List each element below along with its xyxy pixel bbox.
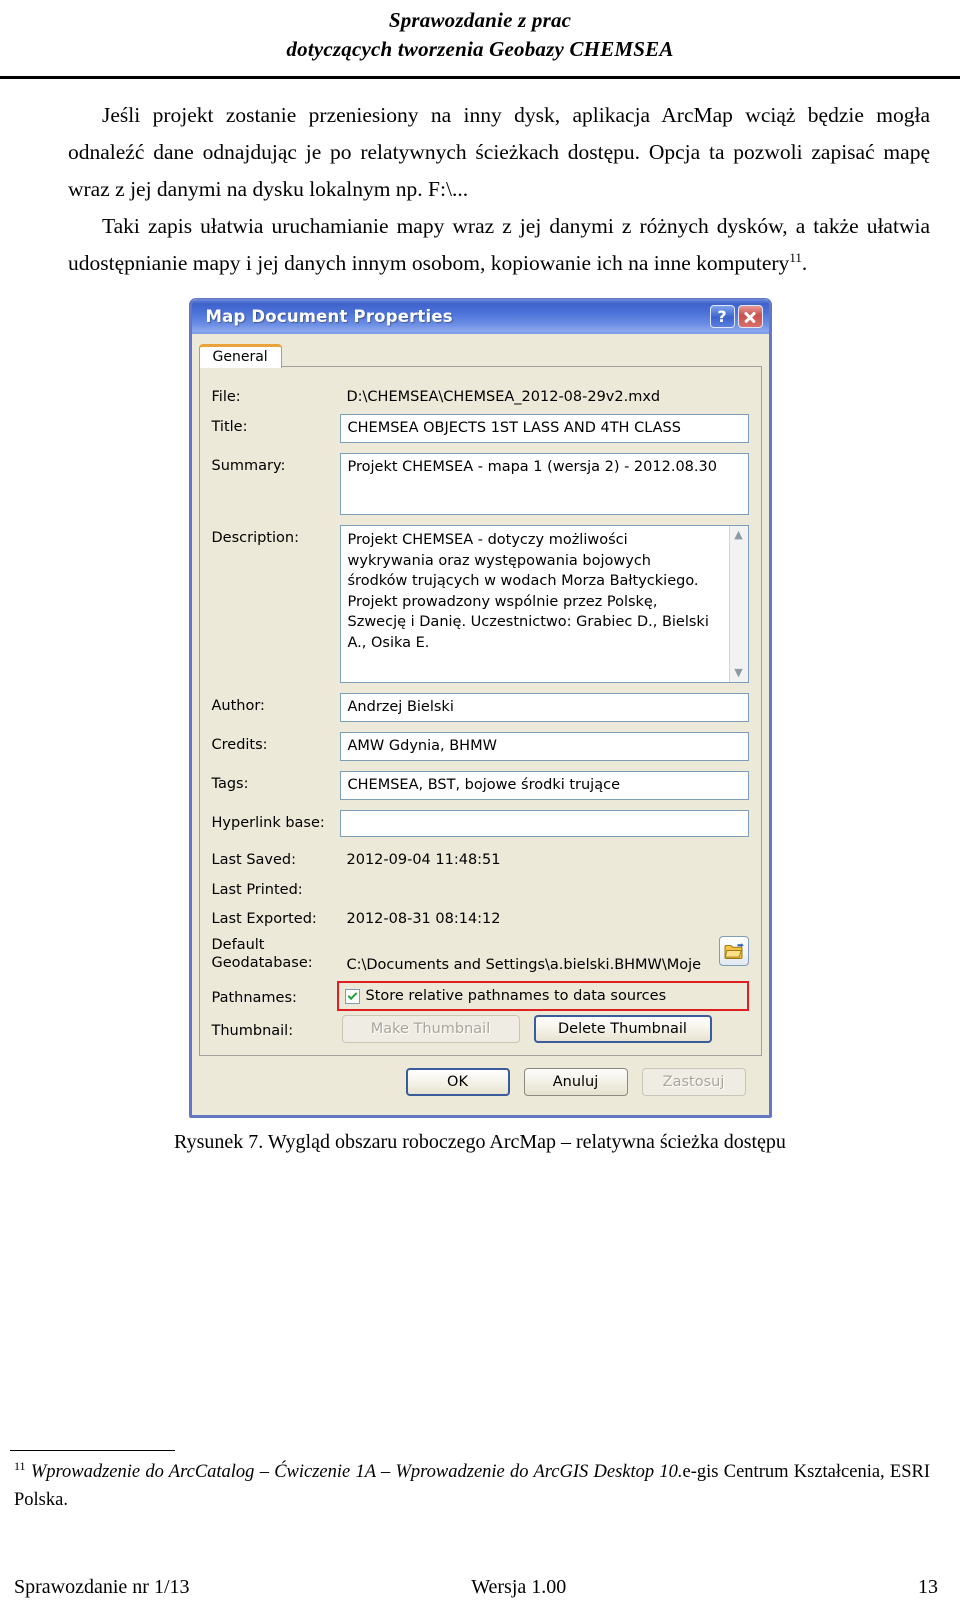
cancel-button[interactable]: Anuluj (523, 1068, 628, 1096)
value-file: D:\CHEMSEA\CHEMSEA_2012-08-29v2.mxd (346, 389, 661, 405)
dialog-title: Map Document Properties (205, 307, 453, 326)
scroll-down-icon[interactable]: ▼ (730, 664, 748, 682)
value-last-exported: 2012-08-31 08:14:12 (346, 911, 501, 927)
row-pathnames: Pathnames: Store relative pathnames to d… (212, 981, 749, 1011)
hyperlink-base-input[interactable] (339, 810, 749, 837)
folder-icon (724, 942, 744, 959)
scroll-up-icon[interactable]: ▲ (730, 526, 748, 544)
row-tags: Tags: CHEMSEA, BST, bojowe środki trując… (212, 771, 749, 800)
thumbnail-buttons: Make Thumbnail Delete Thumbnail (340, 1015, 749, 1043)
author-input[interactable]: Andrzej Bielski (339, 693, 749, 722)
figure-caption: Rysunek 7. Wygląd obszaru roboczego ArcM… (174, 1131, 786, 1153)
window-buttons: ? (709, 305, 763, 328)
tab-panel-general: File: D:\CHEMSEA\CHEMSEA_2012-08-29v2.mx… (198, 366, 762, 1056)
paragraph-2-text: Taki zapis ułatwia uruchamianie mapy wra… (68, 214, 930, 275)
label-last-saved: Last Saved: (211, 852, 297, 868)
label-file: File: (211, 389, 241, 405)
scrollbar-track[interactable] (730, 544, 748, 664)
dialog-titlebar: Map Document Properties ? (191, 299, 769, 334)
footnote-number: 11 (14, 1458, 26, 1473)
figure-map-document-properties: Map Document Properties ? General File: … (0, 298, 960, 1118)
footer-version: Wersja 1.00 (471, 1576, 567, 1598)
label-last-printed: Last Printed: (211, 882, 303, 898)
apply-button[interactable]: Zastosuj (641, 1068, 746, 1096)
footnote-marker: 11 (789, 249, 802, 265)
row-default-geodatabase: Default Geodatabase: C:\Documents and Se… (212, 936, 749, 975)
value-last-saved: 2012-09-04 11:48:51 (346, 852, 501, 868)
row-last-exported: Last Exported: 2012-08-31 08:14:12 (212, 906, 749, 929)
row-author: Author: Andrzej Bielski (212, 693, 749, 722)
paragraph-2: Taki zapis ułatwia uruchamianie mapy wra… (68, 208, 930, 282)
store-relative-pathnames-checkbox[interactable] (344, 988, 360, 1004)
header-title-line-2: dotyczących tworzenia Geobazy CHEMSEA (286, 37, 674, 61)
paragraph-1: Jeśli projekt zostanie przeniesiony na i… (68, 103, 930, 201)
row-thumbnail: Thumbnail: Make Thumbnail Delete Thumbna… (212, 1015, 749, 1043)
delete-thumbnail-button[interactable]: Delete Thumbnail (533, 1015, 712, 1043)
make-thumbnail-button[interactable]: Make Thumbnail (341, 1015, 520, 1043)
ok-button[interactable]: OK (405, 1068, 510, 1096)
label-description: Description: (211, 530, 299, 546)
summary-input[interactable]: Projekt CHEMSEA - mapa 1 (wersja 2) - 20… (339, 453, 749, 515)
footnote-zone: 11 Wprowadzenie do ArcCatalog – Ćwiczeni… (0, 1450, 960, 1514)
tags-input[interactable]: CHEMSEA, BST, bojowe środki trujące (339, 771, 749, 800)
label-tags: Tags: (211, 776, 249, 792)
tab-strip-filler (281, 345, 762, 367)
map-document-properties-dialog: Map Document Properties ? General File: … (188, 298, 772, 1118)
label-hyperlink-base: Hyperlink base: (211, 815, 325, 831)
close-button[interactable] (737, 305, 763, 328)
row-description: Description: Projekt CHEMSEA - dotyczy m… (212, 525, 749, 683)
title-input[interactable]: CHEMSEA OBJECTS 1ST LASS AND 4TH CLASS (339, 414, 749, 443)
footnote-text: 11 Wprowadzenie do ArcCatalog – Ćwiczeni… (10, 1458, 930, 1514)
credits-input[interactable]: AMW Gdynia, BHMW (339, 732, 749, 761)
footnote-separator (10, 1450, 175, 1451)
tab-strip: General (198, 340, 762, 368)
pathnames-highlight-annotation: Store relative pathnames to data sources (336, 981, 749, 1011)
browse-geodatabase-button[interactable] (718, 936, 749, 966)
label-summary: Summary: (211, 458, 286, 474)
description-scrollbar[interactable]: ▲ ▼ (728, 526, 748, 682)
row-last-printed: Last Printed: (212, 877, 749, 899)
label-author: Author: (211, 698, 265, 714)
row-last-saved: Last Saved: 2012-09-04 11:48:51 (212, 847, 749, 870)
footnote-italic-part: Wprowadzenie do ArcCatalog – Ćwiczenie 1… (30, 1462, 683, 1482)
label-credits: Credits: (211, 737, 268, 753)
footer-report-number: Sprawozdanie nr 1/13 (14, 1576, 190, 1598)
row-credits: Credits: AMW Gdynia, BHMW (212, 732, 749, 761)
tab-general[interactable]: General (198, 344, 282, 368)
header-title-line-1: Sprawozdanie z prac (388, 8, 572, 32)
row-file: File: D:\CHEMSEA\CHEMSEA_2012-08-29v2.mx… (212, 384, 749, 407)
row-title: Title: CHEMSEA OBJECTS 1ST LASS AND 4TH … (212, 414, 749, 443)
row-summary: Summary: Projekt CHEMSEA - mapa 1 (wersj… (212, 453, 749, 515)
footer-page-number: 13 (918, 1576, 938, 1598)
label-default-geodatabase-line-1: Default (211, 937, 265, 953)
dialog-body: General File: D:\CHEMSEA\CHEMSEA_2012-08… (192, 334, 769, 1115)
value-default-geodatabase: C:\Documents and Settings\a.bielski.BHMW… (346, 957, 702, 973)
page-footer: Sprawozdanie nr 1/13 Wersja 1.00 13 (0, 1576, 960, 1599)
help-button[interactable]: ? (709, 305, 735, 328)
label-default-geodatabase: Default Geodatabase: (212, 936, 340, 972)
label-pathnames: Pathnames: (211, 990, 297, 1006)
label-title: Title: (211, 419, 248, 435)
page-header: Sprawozdanie z prac dotyczących tworzeni… (0, 0, 960, 64)
value-last-printed (340, 877, 749, 899)
label-thumbnail: Thumbnail: (211, 1023, 294, 1039)
body-text: Jeśli projekt zostanie przeniesiony na i… (0, 79, 960, 282)
paragraph-2-tail: . (801, 251, 808, 275)
label-last-exported: Last Exported: (211, 911, 317, 927)
row-hyperlink-base: Hyperlink base: (212, 810, 749, 837)
description-input[interactable]: Projekt CHEMSEA - dotyczy możliwości wyk… (339, 525, 749, 683)
dialog-footer-buttons: OK Anuluj Zastosuj (199, 1057, 762, 1108)
store-relative-pathnames-label: Store relative pathnames to data sources (365, 988, 667, 1004)
checkmark-icon (347, 989, 357, 1000)
label-default-geodatabase-line-2: Geodatabase: (211, 955, 313, 971)
close-icon (743, 310, 757, 324)
question-mark-icon: ? (717, 306, 727, 326)
description-text: Projekt CHEMSEA - dotyczy możliwości wyk… (347, 532, 709, 651)
